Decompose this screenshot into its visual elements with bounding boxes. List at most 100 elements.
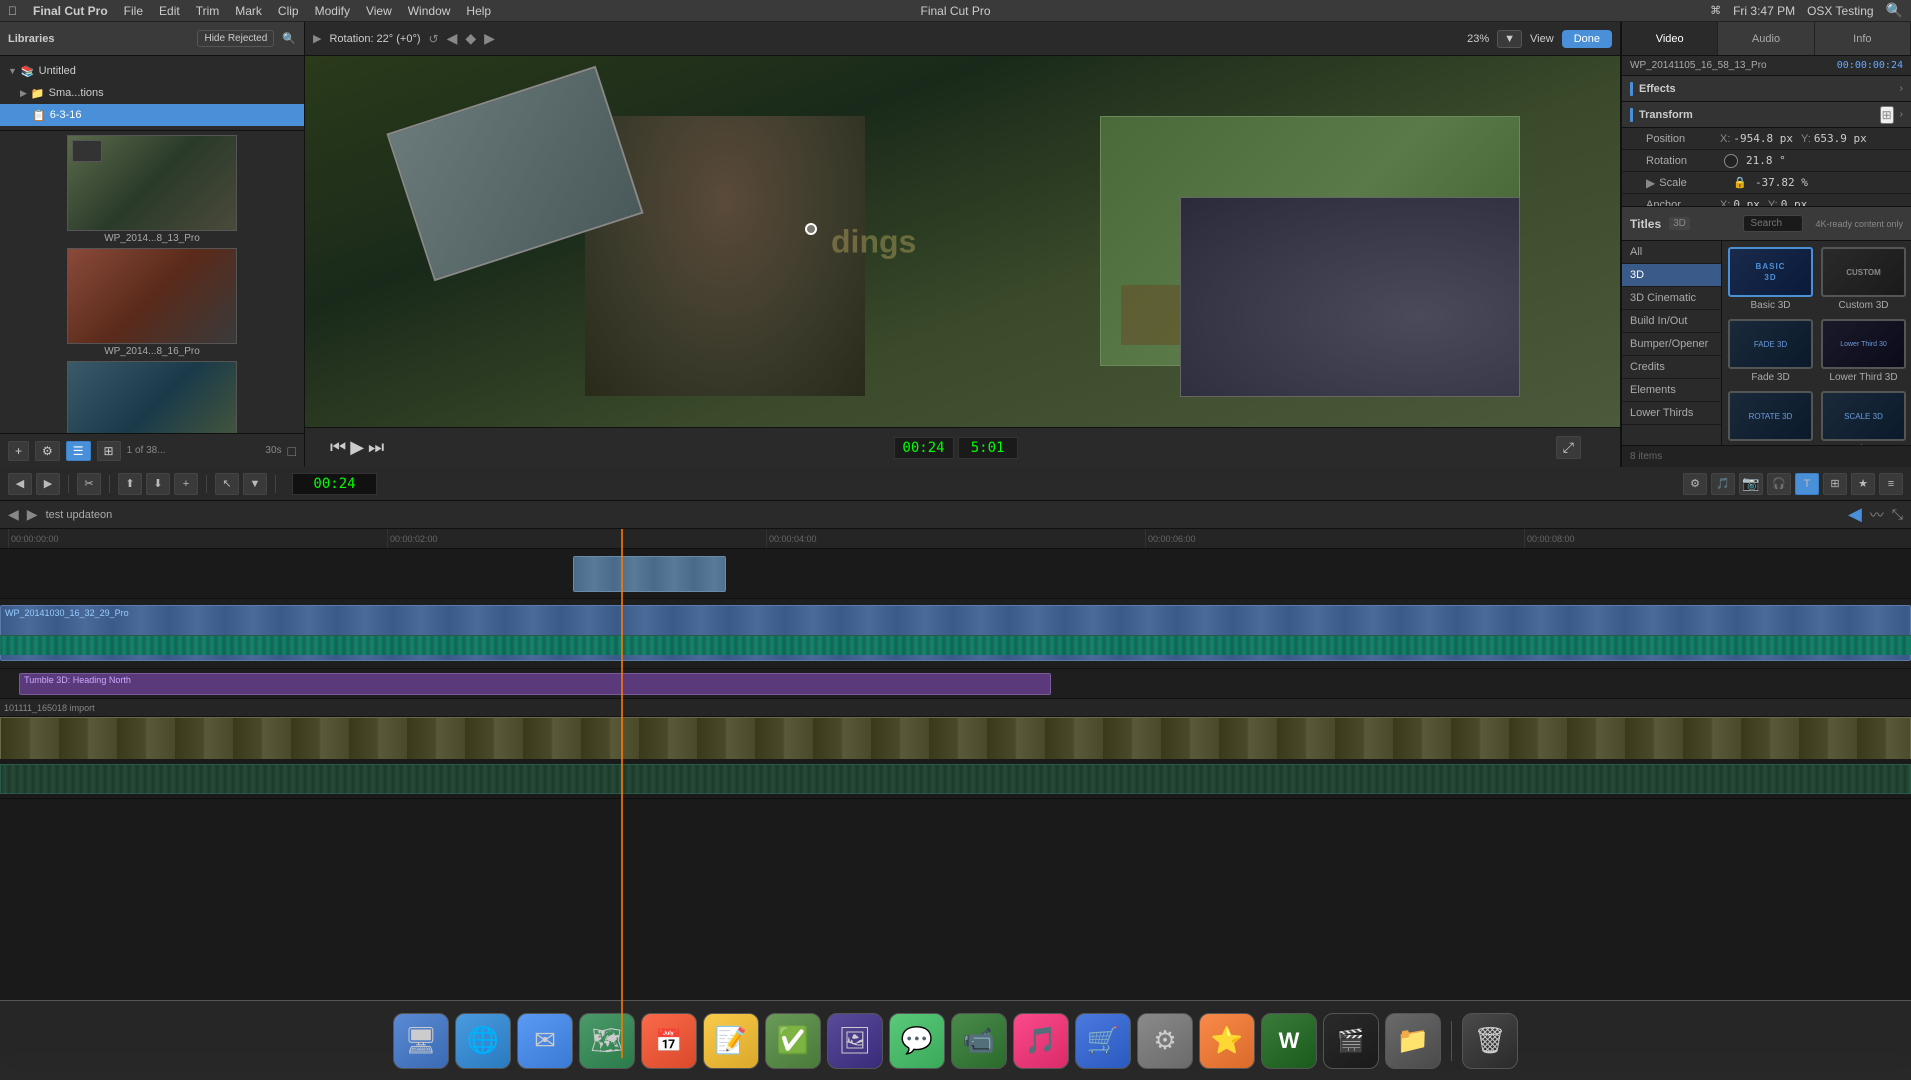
menu-file[interactable]: File	[124, 4, 143, 18]
category-all[interactable]: All	[1622, 241, 1721, 264]
transform-left-btn[interactable]: ◀	[447, 30, 458, 47]
event-item-6-3-16[interactable]: 📋 6-3-16	[0, 104, 304, 126]
dock-item-calendar[interactable]: 📅	[641, 1013, 697, 1069]
overwrite-btn[interactable]: ⬇	[146, 473, 170, 495]
menu-edit[interactable]: Edit	[159, 4, 180, 18]
dock-item-word[interactable]: W	[1261, 1013, 1317, 1069]
list-item[interactable]: ROTATE 3D Rotate 3D	[1728, 391, 1813, 445]
folder-item-smartcollections[interactable]: ▶ 📁 Sma...tions	[0, 82, 304, 104]
list-item[interactable]: SCALE 3D Scale 3D	[1821, 391, 1906, 445]
expand-btn[interactable]: ⤢	[1556, 436, 1581, 459]
search-icon[interactable]: 🔍	[1886, 2, 1903, 19]
transform-right-btn[interactable]: ▶	[484, 30, 495, 47]
back-one-frame-btn[interactable]: ◀	[8, 473, 32, 495]
zoom-out-btn[interactable]: □	[288, 443, 296, 459]
effects-section-header[interactable]: Effects ›	[1622, 76, 1911, 102]
reset-transform-btn[interactable]: ↺	[429, 32, 439, 46]
dock-item-safari[interactable]: 🌐	[455, 1013, 511, 1069]
transform-center-btn[interactable]: ◆	[465, 30, 476, 47]
category-build-in-out[interactable]: Build In/Out	[1622, 310, 1721, 333]
category-elements[interactable]: Elements	[1622, 379, 1721, 402]
tab-video[interactable]: Video	[1622, 22, 1718, 55]
more-tools-btn[interactable]: ≡	[1879, 473, 1903, 495]
zoom-dropdown-btn[interactable]: ▼	[1497, 30, 1522, 48]
select-tool-btn[interactable]: ↖	[215, 473, 239, 495]
settings-icon-btn[interactable]: ⚙	[1683, 473, 1707, 495]
menu-modify[interactable]: Modify	[315, 4, 350, 18]
category-3d[interactable]: 3D	[1622, 264, 1721, 287]
list-item[interactable]: Lower Third 30 Lower Third 3D	[1821, 319, 1906, 383]
library-item-untitled[interactable]: ▼ 📚 Untitled	[0, 60, 304, 82]
connected-clip[interactable]	[573, 556, 726, 592]
tab-audio[interactable]: Audio	[1718, 22, 1814, 55]
category-3d-cinematic[interactable]: 3D Cinematic	[1622, 287, 1721, 310]
settings-btn[interactable]: ⚙	[35, 441, 60, 461]
purple-effects-clip[interactable]: Tumble 3D: Heading North	[19, 673, 1051, 695]
connect-btn[interactable]: +	[174, 473, 198, 495]
list-item[interactable]: FADE 3D Fade 3D	[1728, 319, 1813, 383]
list-view-btn[interactable]: ☰	[66, 441, 91, 461]
transform-tool-btn[interactable]: ⊞	[1823, 473, 1847, 495]
dock-item-trash[interactable]: 🗑	[1462, 1013, 1518, 1069]
zoom-fit-btn[interactable]: ⤡	[1892, 506, 1903, 523]
dock-item-maps[interactable]: 🗺	[579, 1013, 635, 1069]
list-item[interactable]: WP_2014...8_13_Pro	[4, 135, 300, 244]
dock-item-facetime[interactable]: 📹	[951, 1013, 1007, 1069]
broll-filmstrip[interactable]	[0, 717, 1911, 761]
menu-mark[interactable]: Mark	[235, 4, 262, 18]
nav-forward-btn[interactable]: ▶	[27, 506, 38, 523]
search-icon[interactable]: 🔍	[282, 32, 296, 45]
dock-item-reeder[interactable]: ⭐	[1199, 1013, 1255, 1069]
menu-trim[interactable]: Trim	[196, 4, 220, 18]
audio-adjustment-btn[interactable]: 🎵	[1711, 473, 1735, 495]
menu-app-name[interactable]: Final Cut Pro	[33, 4, 108, 18]
scale-value[interactable]: -37.82 %	[1755, 176, 1808, 189]
blade-tool-btn[interactable]: ✂	[77, 473, 101, 495]
view-label[interactable]: View	[1530, 33, 1554, 45]
transform-options-btn[interactable]: ⊞	[1880, 106, 1894, 124]
transform-handle[interactable]	[805, 223, 817, 235]
category-lower-thirds[interactable]: Lower Thirds	[1622, 402, 1721, 425]
dock-item-finder2[interactable]: 📁	[1385, 1013, 1441, 1069]
dock-item-music[interactable]: 🎵	[1013, 1013, 1069, 1069]
menu-window[interactable]: Window	[408, 4, 451, 18]
play-btn[interactable]: ▶	[350, 437, 364, 458]
effects-tool-btn[interactable]: ★	[1851, 473, 1875, 495]
audio-solo-btn[interactable]: 🎧	[1767, 473, 1791, 495]
menu-clip[interactable]: Clip	[278, 4, 299, 18]
select-dropdown-btn[interactable]: ▼	[243, 473, 267, 495]
audio-clip[interactable]	[0, 764, 1911, 794]
hide-rejected-btn[interactable]: Hide Rejected	[197, 30, 274, 47]
list-item[interactable]: BASIC3D Basic 3D	[1728, 247, 1813, 311]
dock-item-finder[interactable]: 🖥	[393, 1013, 449, 1069]
dock-item-fcp[interactable]: 🎬	[1323, 1013, 1379, 1069]
dock-item-photos[interactable]: 🖼	[827, 1013, 883, 1069]
text-tool-btn[interactable]: T	[1795, 473, 1819, 495]
menu-view[interactable]: View	[366, 4, 392, 18]
dock-item-reminders[interactable]: ✅	[765, 1013, 821, 1069]
list-item[interactable]: WP_2014...8_16_Pro	[4, 248, 300, 357]
list-item[interactable]: CUSTOM Custom 3D	[1821, 247, 1906, 311]
video-adjustment-btn[interactable]: 📷	[1739, 473, 1763, 495]
dock-item-mail[interactable]: ✉	[517, 1013, 573, 1069]
rotation-value[interactable]: 21.8 °	[1746, 154, 1786, 167]
dock-item-appstore[interactable]: 🛒	[1075, 1013, 1131, 1069]
rotation-dial[interactable]	[1724, 154, 1738, 168]
add-clip-btn[interactable]: +	[8, 441, 29, 461]
category-credits[interactable]: Credits	[1622, 356, 1721, 379]
done-btn[interactable]: Done	[1562, 30, 1612, 48]
menu-help[interactable]: Help	[466, 4, 491, 18]
category-bumper-opener[interactable]: Bumper/Opener	[1622, 333, 1721, 356]
lift-btn[interactable]: ⬆	[118, 473, 142, 495]
go-to-end-btn[interactable]: ⏭	[368, 437, 384, 458]
dock-item-notes[interactable]: 📝	[703, 1013, 759, 1069]
apple-menu[interactable]: 	[8, 4, 17, 18]
titles-search-input[interactable]	[1743, 215, 1803, 232]
dock-item-messages[interactable]: 💬	[889, 1013, 945, 1069]
timeline-timecode[interactable]: 00:24	[292, 473, 377, 495]
transform-section-header[interactable]: Transform ⊞ ›	[1622, 102, 1911, 128]
scale-expand-btn[interactable]: ▶	[1646, 176, 1655, 190]
dock-item-sysprefs[interactable]: ⚙	[1137, 1013, 1193, 1069]
grid-view-btn[interactable]: ⊞	[97, 441, 121, 461]
list-item[interactable]: WP_2014...5_40_Pro	[4, 361, 300, 433]
